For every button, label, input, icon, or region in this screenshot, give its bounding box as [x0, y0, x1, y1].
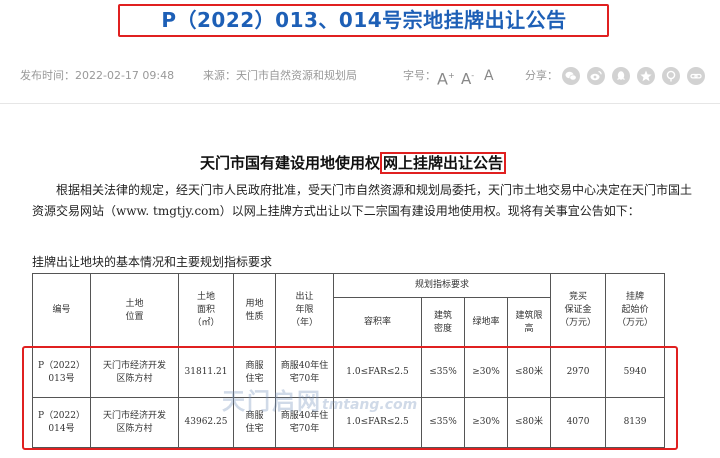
cell-density: ≤35% [421, 397, 465, 448]
cell-term: 商服40年住 宅70年 [275, 397, 334, 448]
cell-id: P（2022） 013号 [32, 347, 91, 398]
header-start-price: 挂牌 起始价 （万元） [605, 273, 666, 348]
page-title: P（2022）013、014号宗地挂牌出让公告 [161, 8, 567, 32]
font-size-large-button[interactable]: A+ [437, 66, 455, 88]
table-row: P（2022） 014号 天门市经济开发 区陈方村 43962.25 商服 住宅… [32, 397, 666, 448]
header-use: 用地 性质 [233, 273, 276, 348]
publish-date: 发布时间：2022-02-17 09:48 [20, 69, 175, 82]
pin-icon[interactable] [662, 67, 680, 85]
share-label: 分享： [525, 69, 558, 82]
wechat-icon[interactable] [562, 67, 580, 85]
cell-area: 31811.21 [178, 347, 234, 398]
cell-id: P（2022） 014号 [32, 397, 91, 448]
document-title-highlight: 网上挂牌出让公告 [380, 152, 507, 174]
cell-location: 天门市经济开发 区陈方村 [90, 397, 179, 448]
cell-far: 1.0≤FAR≤2.5 [333, 347, 422, 398]
link-icon[interactable] [687, 67, 705, 85]
header-area: 土地 面积 （㎡） [178, 273, 234, 348]
header-id: 编号 [32, 273, 91, 348]
cell-use: 商服 住宅 [233, 347, 276, 398]
cell-use: 商服 住宅 [233, 397, 276, 448]
document-title-prefix: 天门市国有建设用地使用权 [200, 154, 381, 172]
header-planning: 规划指标要求 [332, 273, 552, 298]
cell-far: 1.0≤FAR≤2.5 [333, 397, 422, 448]
header-location: 土地 位置 [90, 273, 179, 348]
font-size-default-button[interactable]: A [484, 66, 494, 86]
header-deposit: 竞买 保证金 （万元） [550, 273, 607, 348]
font-size-label: 字号： [403, 69, 436, 82]
cell-start-price: 8139 [605, 397, 666, 448]
cell-location: 天门市经济开发 区陈方村 [90, 347, 179, 398]
cell-deposit: 4070 [550, 397, 607, 448]
header-divider [0, 103, 720, 104]
star-icon[interactable] [637, 67, 655, 85]
document-title: 天门市国有建设用地使用权 网上挂牌出让公告 [200, 152, 507, 174]
font-size-medium-button[interactable]: A- [461, 66, 474, 88]
cell-start-price: 5940 [605, 347, 666, 398]
cell-green: ≥30% [464, 397, 508, 448]
header-far: 容积率 [333, 297, 422, 348]
table-row: P（2022） 013号 天门市经济开发 区陈方村 31811.21 商服 住宅… [32, 347, 666, 398]
intro-paragraph: 根据相关法律的规定，经天门市人民政府批准，受天门市自然资源和规划局委托，天门市土… [32, 183, 693, 218]
land-parcel-table: 编号 土地 位置 土地 面积 （㎡） 用地 性质 出让 年限 （年） 规划指标要… [32, 273, 666, 448]
weibo-icon[interactable] [587, 67, 605, 85]
cell-deposit: 2970 [550, 347, 607, 398]
section-subheading: 挂牌出让地块的基本情况和主要规划指标要求 [32, 255, 273, 269]
cell-height: ≤80米 [506, 397, 552, 448]
header-density: 建筑 密度 [421, 297, 465, 348]
cell-term: 商服40年住 宅70年 [275, 347, 334, 398]
cell-green: ≥30% [464, 347, 508, 398]
qq-icon[interactable] [612, 67, 630, 85]
cell-density: ≤35% [421, 347, 465, 398]
header-green: 绿地率 [464, 297, 508, 348]
source: 来源：天门市自然资源和规划局 [203, 69, 357, 82]
cell-height: ≤80米 [506, 347, 552, 398]
header-height: 建筑限 高 [506, 297, 552, 348]
cell-area: 43962.25 [178, 397, 234, 448]
header-term: 出让 年限 （年） [275, 273, 334, 348]
